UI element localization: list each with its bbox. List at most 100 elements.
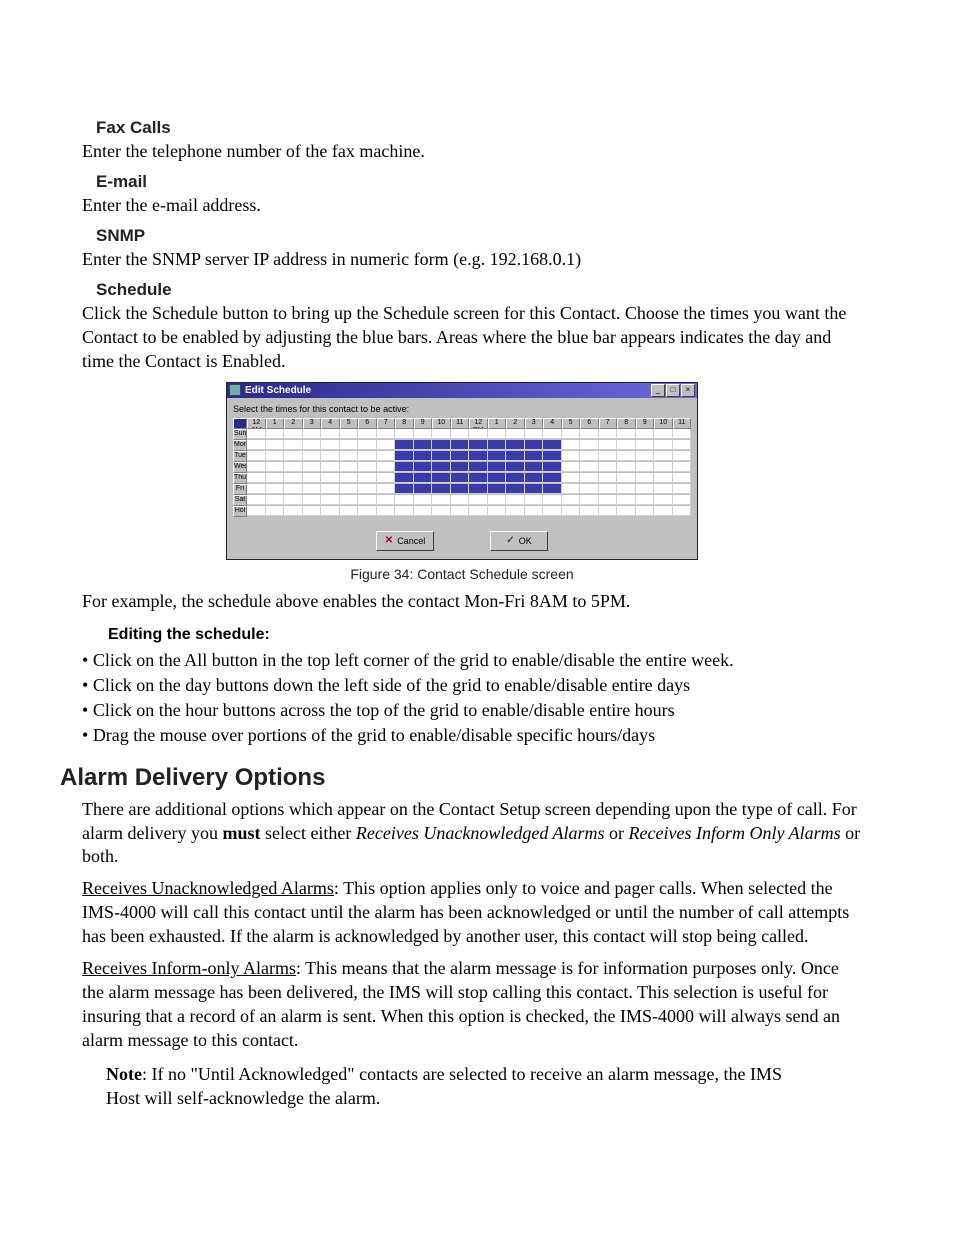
schedule-cell[interactable] bbox=[414, 462, 433, 472]
schedule-cell[interactable] bbox=[340, 473, 359, 483]
schedule-cell[interactable] bbox=[303, 462, 322, 472]
hour-header-16[interactable]: 4 bbox=[543, 418, 562, 429]
schedule-cell[interactable] bbox=[525, 429, 544, 439]
hour-header-13[interactable]: 1 bbox=[488, 418, 507, 429]
schedule-cell[interactable] bbox=[432, 451, 451, 461]
hour-header-22[interactable]: 10 bbox=[654, 418, 673, 429]
schedule-cell[interactable] bbox=[377, 473, 396, 483]
schedule-cell[interactable] bbox=[451, 484, 470, 494]
schedule-cell[interactable] bbox=[580, 462, 599, 472]
hour-header-4[interactable]: 4 bbox=[321, 418, 340, 429]
hour-header-3[interactable]: 3 bbox=[303, 418, 322, 429]
schedule-cell[interactable] bbox=[488, 462, 507, 472]
schedule-cell[interactable] bbox=[580, 495, 599, 505]
schedule-cell[interactable] bbox=[303, 429, 322, 439]
schedule-cell[interactable] bbox=[469, 473, 488, 483]
schedule-cell[interactable] bbox=[266, 506, 285, 516]
day-button-sun[interactable]: Sun bbox=[233, 429, 247, 440]
schedule-cell[interactable] bbox=[654, 473, 673, 483]
schedule-cell[interactable] bbox=[506, 506, 525, 516]
schedule-cell[interactable] bbox=[525, 506, 544, 516]
schedule-cell[interactable] bbox=[247, 429, 266, 439]
schedule-cell[interactable] bbox=[599, 440, 618, 450]
schedule-cell[interactable] bbox=[321, 495, 340, 505]
schedule-cell[interactable] bbox=[358, 495, 377, 505]
schedule-cell[interactable] bbox=[414, 429, 433, 439]
schedule-cell[interactable] bbox=[599, 506, 618, 516]
schedule-cell[interactable] bbox=[599, 429, 618, 439]
cancel-button[interactable]: ✕ Cancel bbox=[376, 531, 434, 551]
schedule-cell[interactable] bbox=[654, 429, 673, 439]
schedule-cell[interactable] bbox=[340, 462, 359, 472]
schedule-cell[interactable] bbox=[673, 451, 692, 461]
schedule-cell[interactable] bbox=[506, 440, 525, 450]
schedule-cell[interactable] bbox=[303, 451, 322, 461]
schedule-cell[interactable] bbox=[654, 495, 673, 505]
schedule-cell[interactable] bbox=[377, 484, 396, 494]
schedule-cell[interactable] bbox=[488, 495, 507, 505]
hour-header-12[interactable]: 12 PM bbox=[469, 418, 488, 429]
schedule-cell[interactable] bbox=[340, 440, 359, 450]
schedule-cell[interactable] bbox=[617, 451, 636, 461]
schedule-cell[interactable] bbox=[414, 484, 433, 494]
schedule-cell[interactable] bbox=[673, 484, 692, 494]
schedule-cell[interactable] bbox=[469, 495, 488, 505]
schedule-cell[interactable] bbox=[358, 506, 377, 516]
schedule-cell[interactable] bbox=[469, 429, 488, 439]
schedule-cell[interactable] bbox=[321, 429, 340, 439]
schedule-cell[interactable] bbox=[414, 506, 433, 516]
schedule-cell[interactable] bbox=[636, 506, 655, 516]
schedule-cell[interactable] bbox=[562, 495, 581, 505]
hour-header-7[interactable]: 7 bbox=[377, 418, 396, 429]
schedule-cell[interactable] bbox=[432, 506, 451, 516]
schedule-cell[interactable] bbox=[266, 462, 285, 472]
schedule-cell[interactable] bbox=[636, 495, 655, 505]
schedule-cell[interactable] bbox=[451, 451, 470, 461]
schedule-cell[interactable] bbox=[543, 484, 562, 494]
schedule-cell[interactable] bbox=[247, 462, 266, 472]
schedule-cell[interactable] bbox=[321, 506, 340, 516]
hour-header-5[interactable]: 5 bbox=[340, 418, 359, 429]
schedule-cell[interactable] bbox=[247, 440, 266, 450]
schedule-cell[interactable] bbox=[377, 462, 396, 472]
schedule-cell[interactable] bbox=[432, 429, 451, 439]
schedule-cell[interactable] bbox=[395, 462, 414, 472]
day-button-tue[interactable]: Tue bbox=[233, 451, 247, 462]
schedule-cell[interactable] bbox=[395, 440, 414, 450]
schedule-cell[interactable] bbox=[395, 429, 414, 439]
schedule-cell[interactable] bbox=[414, 495, 433, 505]
schedule-cell[interactable] bbox=[432, 440, 451, 450]
schedule-cell[interactable] bbox=[580, 429, 599, 439]
schedule-cell[interactable] bbox=[303, 440, 322, 450]
schedule-cell[interactable] bbox=[525, 462, 544, 472]
schedule-cell[interactable] bbox=[617, 462, 636, 472]
schedule-cell[interactable] bbox=[414, 451, 433, 461]
schedule-cell[interactable] bbox=[451, 473, 470, 483]
schedule-cell[interactable] bbox=[636, 462, 655, 472]
hour-header-2[interactable]: 2 bbox=[284, 418, 303, 429]
schedule-cell[interactable] bbox=[358, 429, 377, 439]
schedule-cell[interactable] bbox=[432, 484, 451, 494]
hour-header-8[interactable]: 8 bbox=[395, 418, 414, 429]
schedule-cell[interactable] bbox=[506, 484, 525, 494]
schedule-cell[interactable] bbox=[340, 506, 359, 516]
hour-header-6[interactable]: 6 bbox=[358, 418, 377, 429]
schedule-cell[interactable] bbox=[266, 429, 285, 439]
hour-header-10[interactable]: 10 bbox=[432, 418, 451, 429]
schedule-cell[interactable] bbox=[562, 473, 581, 483]
schedule-cell[interactable] bbox=[488, 473, 507, 483]
schedule-cell[interactable] bbox=[321, 484, 340, 494]
hour-header-23[interactable]: 11 bbox=[673, 418, 692, 429]
schedule-cell[interactable] bbox=[562, 429, 581, 439]
schedule-cell[interactable] bbox=[284, 506, 303, 516]
schedule-cell[interactable] bbox=[506, 462, 525, 472]
all-button[interactable] bbox=[233, 418, 247, 429]
hour-header-17[interactable]: 5 bbox=[562, 418, 581, 429]
schedule-cell[interactable] bbox=[266, 451, 285, 461]
hour-header-21[interactable]: 9 bbox=[636, 418, 655, 429]
schedule-cell[interactable] bbox=[543, 462, 562, 472]
schedule-cell[interactable] bbox=[488, 484, 507, 494]
schedule-cell[interactable] bbox=[377, 429, 396, 439]
schedule-cell[interactable] bbox=[636, 473, 655, 483]
maximize-icon[interactable]: □ bbox=[666, 384, 680, 397]
